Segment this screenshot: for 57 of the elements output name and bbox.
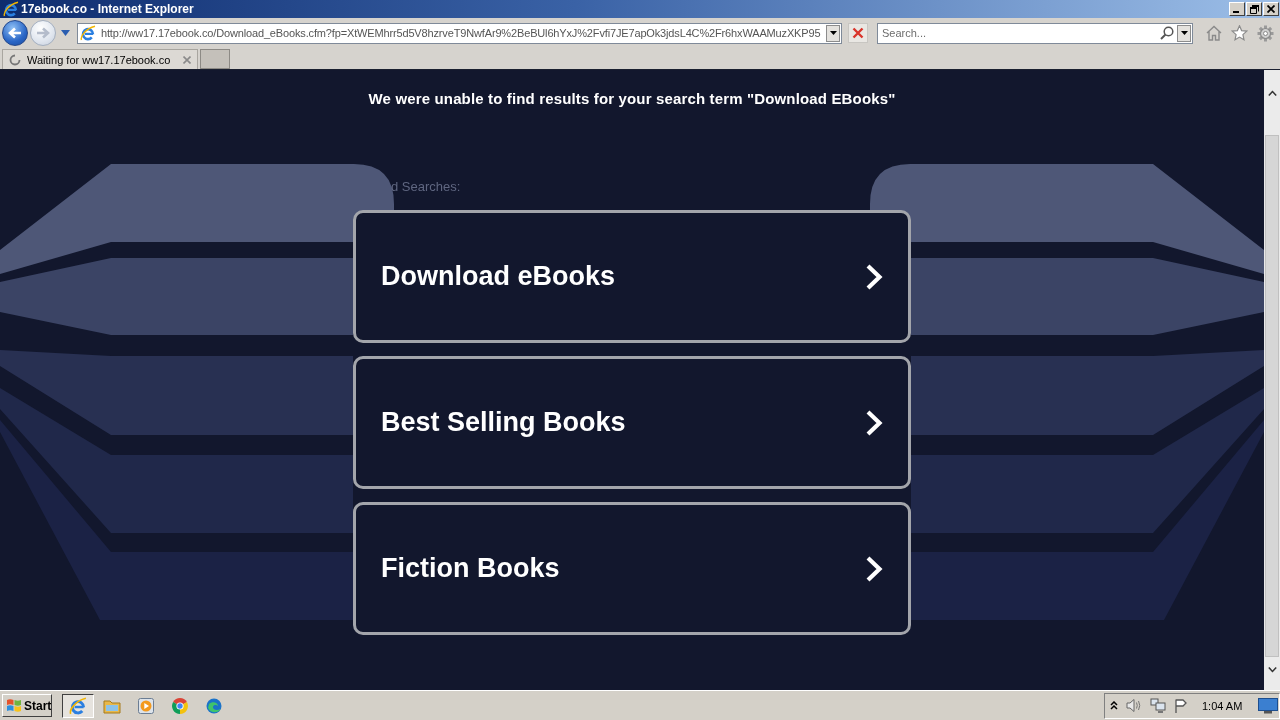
- start-button[interactable]: Start: [2, 694, 52, 717]
- back-button[interactable]: [2, 20, 28, 46]
- close-icon: [183, 55, 191, 64]
- loading-spinner-icon: [9, 53, 21, 66]
- taskbar-button[interactable]: [62, 693, 94, 718]
- network-icon[interactable]: [1150, 697, 1166, 714]
- window-title: 17ebook.co - Internet Explorer: [21, 2, 195, 16]
- address-field[interactable]: http://ww17.17ebook.co/Download_eBooks.cfm?fp=XtWEMhrr5d5V8hzrveT9NwfAr9%2BeBUl6hYxJ%2Fvfi7JE7apOk3jdsL4C%2Fr6hxWAAMuzXKP95: [77, 22, 842, 44]
- search-icon[interactable]: [1160, 26, 1174, 40]
- settings-button[interactable]: [1257, 24, 1274, 42]
- related-searches-label: d Searches:: [391, 180, 461, 194]
- browser-tab[interactable]: Waiting for ww17.17ebook.co: [2, 49, 198, 69]
- search-link[interactable]: Download eBooks: [353, 210, 911, 343]
- page-logo-icon: [80, 25, 96, 41]
- restore-button[interactable]: [1246, 2, 1262, 16]
- windows-flag-icon: [6, 698, 22, 713]
- history-dropdown-button[interactable]: [60, 28, 70, 38]
- e-logo-icon: [3, 1, 19, 17]
- stop-button[interactable]: [848, 23, 868, 43]
- tricolor-ring-icon: [172, 697, 188, 714]
- search-link[interactable]: Best Selling Books: [353, 356, 911, 489]
- minimize-button[interactable]: [1229, 2, 1245, 16]
- favorites-button[interactable]: [1231, 24, 1248, 42]
- search-field[interactable]: Search...: [877, 22, 1193, 44]
- folder-icon: [103, 697, 121, 714]
- play-icon: [138, 697, 154, 714]
- chevron-right-icon: [865, 408, 883, 437]
- home-button[interactable]: [1206, 24, 1222, 42]
- caret-down-icon: [1180, 31, 1188, 35]
- address-dropdown-button[interactable]: [826, 24, 840, 42]
- arrow-left-icon: [8, 27, 22, 39]
- flag-icon[interactable]: [1174, 697, 1188, 714]
- wave-logo-icon: [206, 697, 222, 714]
- speaker-icon[interactable]: [1126, 698, 1142, 713]
- close-button[interactable]: [1263, 2, 1279, 16]
- search-link[interactable]: Fiction Books: [353, 502, 911, 635]
- caret-up-icon: [1267, 89, 1277, 96]
- chevron-right-icon: [865, 262, 883, 291]
- stop-x-icon: [852, 27, 864, 39]
- scrollbar-thumb[interactable]: [1265, 135, 1279, 657]
- settings-icon: [1257, 24, 1274, 42]
- arrow-right-icon: [36, 27, 50, 39]
- desktop-icon[interactable]: [1258, 697, 1278, 714]
- no-results-message: We were unable to find results for your search term "Download EBooks": [368, 90, 896, 108]
- search-dropdown-button[interactable]: [1177, 24, 1191, 42]
- caret-down-icon: [1267, 666, 1277, 673]
- e-logo-icon: [69, 696, 87, 715]
- clock-time[interactable]: 1:04 AM: [1202, 699, 1243, 712]
- double-caret-icon[interactable]: [1110, 701, 1118, 710]
- restore-icon: [1249, 4, 1259, 14]
- star-icon: [1231, 24, 1248, 41]
- close-icon: [1267, 5, 1275, 13]
- home-icon: [1206, 24, 1222, 41]
- caret-down-icon: [60, 30, 70, 36]
- chevron-right-icon: [865, 554, 883, 583]
- caret-down-icon: [829, 31, 837, 35]
- close-tab-button[interactable]: [183, 55, 191, 64]
